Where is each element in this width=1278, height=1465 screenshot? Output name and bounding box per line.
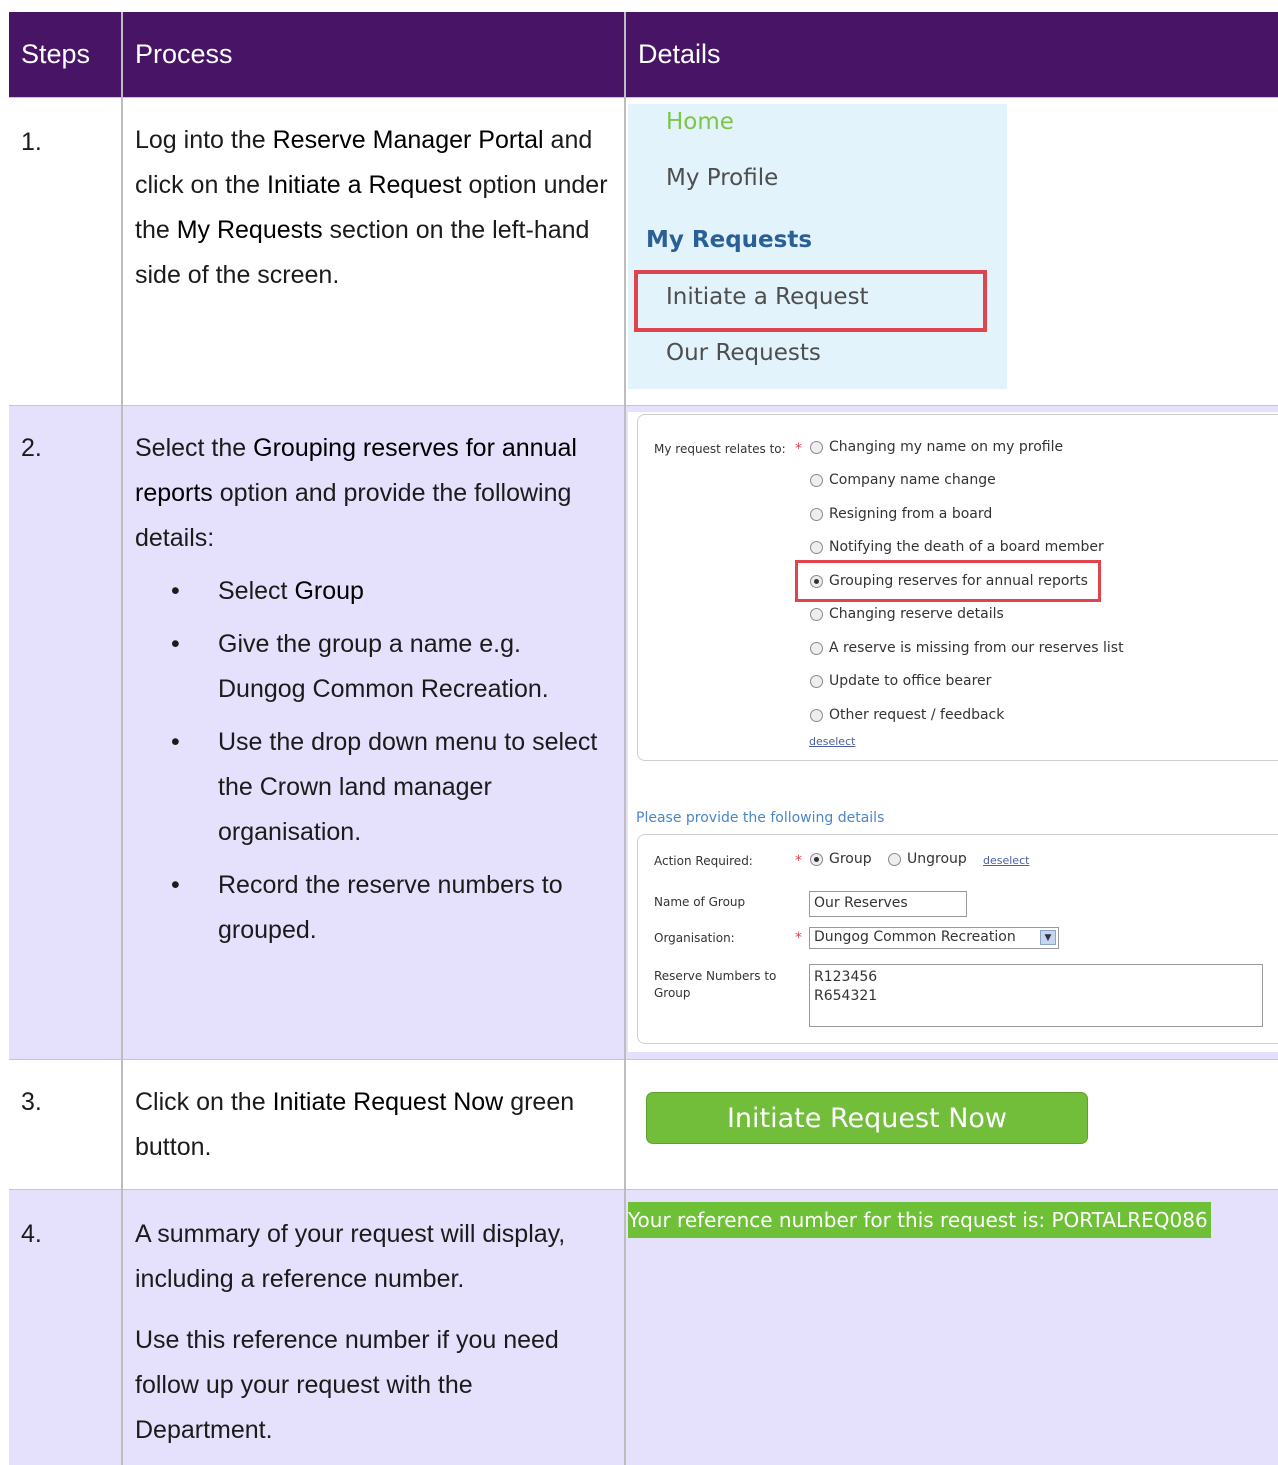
option-label: Changing reserve details xyxy=(829,606,1004,622)
bullet-list: Select Group Give the group a name e.g. … xyxy=(135,569,615,953)
step-number: 2. xyxy=(21,434,42,462)
relates-label: My request relates to: xyxy=(654,442,786,456)
text-bold: My Requests xyxy=(176,216,323,244)
step-number: 4. xyxy=(21,1220,42,1248)
list-item: Give the group a name e.g. Dungog Common… xyxy=(135,622,615,712)
option-label: A reserve is missing from our reserves l… xyxy=(829,640,1124,656)
name-label: Name of Group xyxy=(654,895,746,909)
process-text: Click on the Initiate Request Now green … xyxy=(135,1080,615,1170)
radio-option[interactable]: Changing my name on my profile xyxy=(810,439,1063,455)
radio-icon[interactable] xyxy=(810,708,823,722)
radio-selected-icon[interactable] xyxy=(810,852,823,866)
deselect-link[interactable]: deselect xyxy=(983,854,1029,867)
radio-icon[interactable] xyxy=(810,507,823,521)
text: Select the xyxy=(135,434,254,462)
process-text: Select the Grouping reserves for annual … xyxy=(135,426,615,961)
portal-menu-screenshot: Home My Profile My Requests Initiate a R… xyxy=(628,104,1007,389)
list-item: Use the drop down menu to select the Cro… xyxy=(135,720,615,855)
required-star: * xyxy=(795,441,802,457)
radio-icon[interactable] xyxy=(810,641,823,655)
text-bold: Initiate Request Now xyxy=(272,1088,504,1116)
option-label: Resigning from a board xyxy=(829,506,993,522)
textarea-line: R654321 xyxy=(814,988,878,1004)
radio-option[interactable]: Company name change xyxy=(810,472,996,488)
required-star: * xyxy=(795,853,802,869)
text: Select xyxy=(218,577,295,605)
group-name-input[interactable]: Our Reserves xyxy=(809,891,967,917)
deselect-link[interactable]: deselect xyxy=(809,735,855,748)
text-bold: Initiate a Request xyxy=(267,171,462,199)
column-divider xyxy=(624,12,626,1465)
text: Give the group a name e.g. Dungog Common… xyxy=(218,630,549,703)
header-steps: Steps xyxy=(21,39,91,69)
radio-group[interactable]: Group xyxy=(810,851,872,867)
radio-icon[interactable] xyxy=(810,440,823,454)
radio-option[interactable]: Changing reserve details xyxy=(810,606,1004,622)
option-label: Group xyxy=(829,851,872,867)
radio-icon[interactable] xyxy=(810,473,823,487)
menu-item-my-profile[interactable]: My Profile xyxy=(666,165,778,191)
reserve-numbers-label: Reserve Numbers to Group xyxy=(654,969,777,1000)
text-bold: Reserve Manager Portal xyxy=(272,126,544,154)
option-label: Changing my name on my profile xyxy=(829,439,1064,455)
step-number: 1. xyxy=(21,128,42,156)
request-form-screenshot: My request relates to: * Changing my nam… xyxy=(628,412,1278,1052)
organisation-label: Organisation: xyxy=(654,931,735,945)
option-label: Company name change xyxy=(829,472,996,488)
option-label: Other request / feedback xyxy=(829,707,1005,723)
reference-number-banner: Your reference number for this request i… xyxy=(628,1202,1211,1238)
intro-text: Select the Grouping reserves for annual … xyxy=(135,426,615,561)
radio-icon[interactable] xyxy=(810,607,823,621)
table-header: Steps Process Details xyxy=(9,12,1278,97)
header-process: Process xyxy=(135,39,233,69)
required-star: * xyxy=(795,930,802,946)
header-details: Details xyxy=(638,39,721,69)
highlight-box xyxy=(795,560,1101,602)
radio-option[interactable]: A reserve is missing from our reserves l… xyxy=(810,640,1124,656)
radio-option[interactable]: Other request / feedback xyxy=(810,707,1004,723)
radio-icon[interactable] xyxy=(810,674,823,688)
text: Use the drop down menu to select the Cro… xyxy=(218,728,598,846)
text: Log into the xyxy=(135,126,273,154)
menu-item-our-requests[interactable]: Our Requests xyxy=(666,340,821,366)
menu-section-my-requests: My Requests xyxy=(646,227,813,253)
column-divider xyxy=(121,12,123,1465)
radio-icon[interactable] xyxy=(810,540,823,554)
select-value: Dungog Common Recreation xyxy=(814,929,1016,945)
action-label: Action Required: xyxy=(654,854,753,868)
text: Record the reserve numbers to grouped. xyxy=(218,871,563,944)
initiate-request-now-button[interactable]: Initiate Request Now xyxy=(646,1092,1088,1144)
text-bold: Group xyxy=(294,577,364,605)
radio-option[interactable]: Update to office bearer xyxy=(810,673,991,689)
reserve-numbers-textarea[interactable]: R123456 R654321 xyxy=(809,964,1263,1027)
highlight-box xyxy=(634,270,987,332)
textarea-line: R123456 xyxy=(814,969,878,985)
option-label: Update to office bearer xyxy=(829,673,992,689)
radio-option[interactable]: Resigning from a board xyxy=(810,506,992,522)
radio-option[interactable]: Notifying the death of a board member xyxy=(810,539,1104,555)
list-item: Record the reserve numbers to grouped. xyxy=(135,863,615,953)
process-text: Log into the Reserve Manager Portal and … xyxy=(135,118,615,298)
followup-paragraph: Use this reference number if you need fo… xyxy=(135,1326,559,1444)
chevron-down-icon[interactable]: ▼ xyxy=(1040,930,1056,945)
option-label: Ungroup xyxy=(907,851,967,867)
process-text: A summary of your request will display, … xyxy=(135,1212,615,1453)
radio-icon[interactable] xyxy=(888,852,901,866)
provide-details-heading: Please provide the following details xyxy=(636,810,885,826)
list-item: Select Group xyxy=(135,569,615,614)
option-label: Notifying the death of a board member xyxy=(829,539,1104,555)
radio-ungroup[interactable]: Ungroup xyxy=(888,851,967,867)
menu-item-home[interactable]: Home xyxy=(666,109,734,135)
organisation-select[interactable]: Dungog Common Recreation ▼ xyxy=(809,927,1059,949)
summary-paragraph: A summary of your request will display, … xyxy=(135,1220,566,1293)
text: Click on the xyxy=(135,1088,273,1116)
step-number: 3. xyxy=(21,1088,42,1116)
